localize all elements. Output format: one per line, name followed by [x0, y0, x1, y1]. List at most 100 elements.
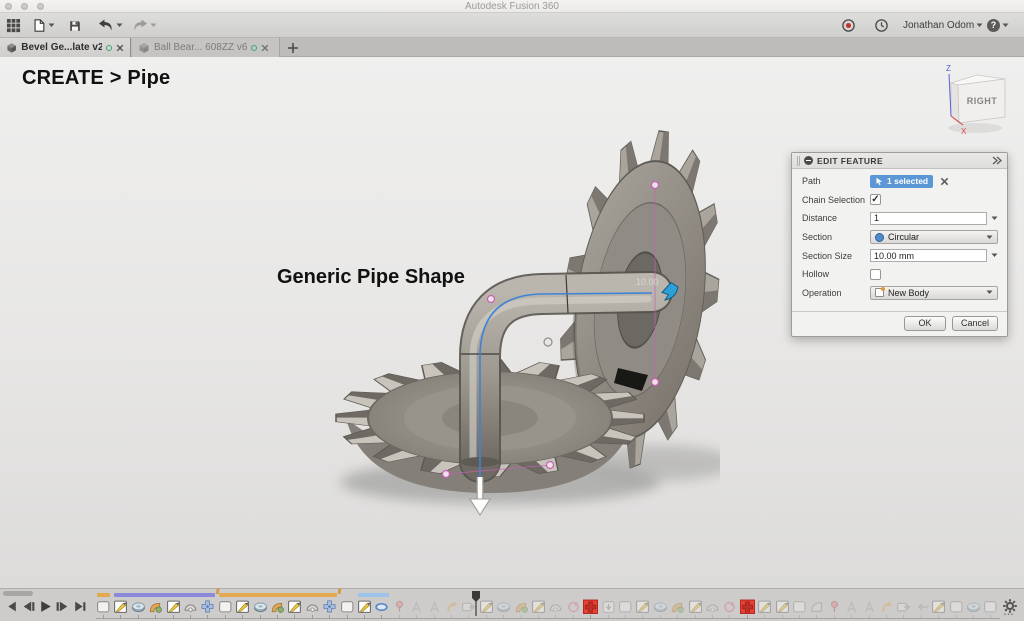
- ok-button[interactable]: OK: [903, 316, 946, 331]
- timeline-item-box[interactable]: [618, 599, 633, 619]
- section-select[interactable]: Circular: [870, 230, 998, 245]
- viewcube[interactable]: RIGHT Z X: [925, 62, 1020, 147]
- timeline-item-sketch[interactable]: [235, 599, 250, 619]
- viewcube-face-label[interactable]: RIGHT: [967, 96, 998, 106]
- timeline-item-dome[interactable]: [183, 599, 198, 619]
- sketch-point[interactable]: [486, 294, 496, 304]
- timeline-item-box[interactable]: [340, 599, 355, 619]
- timeline-item-revolve[interactable]: [131, 599, 146, 619]
- timeline-item-sweep[interactable]: [148, 599, 163, 619]
- timeline-track[interactable]: //////: [0, 589, 1024, 621]
- tab-ball-bearing[interactable]: Ball Bear... 608ZZ v6: [132, 38, 280, 57]
- new-tab-button[interactable]: [286, 41, 300, 55]
- sketch-point[interactable]: [650, 377, 660, 387]
- user-menu[interactable]: Jonathan Odom: [903, 17, 983, 34]
- timeline-item-box[interactable]: [983, 599, 998, 619]
- cancel-button[interactable]: Cancel: [951, 316, 998, 331]
- timeline-item-export[interactable]: [896, 599, 911, 619]
- timeline-item-jointA[interactable]: [409, 599, 424, 619]
- timeline-item-revolve[interactable]: [253, 599, 268, 619]
- timeline-item-sketch[interactable]: [357, 599, 372, 619]
- timeline-item-dome[interactable]: [705, 599, 720, 619]
- timeline-item-sketch[interactable]: [166, 599, 181, 619]
- path-midpoint-marker[interactable]: [543, 337, 553, 347]
- section-size-input[interactable]: [870, 249, 987, 263]
- timeline-item-sketch[interactable]: [775, 599, 790, 619]
- timeline-group-bar[interactable]: [114, 593, 215, 597]
- drag-grip-icon[interactable]: [797, 155, 800, 166]
- timeline-item-sweep[interactable]: [514, 599, 529, 619]
- timeline-item-box[interactable]: [96, 599, 111, 619]
- collapse-circle-icon[interactable]: [804, 156, 813, 165]
- model-viewport[interactable]: CREATE > Pipe Generic Pipe Shape 10.00 R…: [0, 57, 1024, 588]
- timeline-item-sweep[interactable]: [270, 599, 285, 619]
- timeline-item-dome[interactable]: [548, 599, 563, 619]
- timeline-item-sketch[interactable]: [531, 599, 546, 619]
- timeline-item-jointA[interactable]: [844, 599, 859, 619]
- hollow-checkbox[interactable]: [870, 268, 881, 280]
- timeline-item-sketch[interactable]: [757, 599, 772, 619]
- close-icon[interactable]: [116, 44, 124, 52]
- dialog-header[interactable]: EDIT FEATURE: [792, 153, 1007, 169]
- timeline-playhead[interactable]: [471, 591, 481, 617]
- chevron-down-icon: [150, 23, 157, 27]
- save-button[interactable]: [68, 17, 82, 34]
- timeline-item-revolve[interactable]: [653, 599, 668, 619]
- timeline-item-hole[interactable]: [601, 599, 616, 619]
- timeline-item-pin[interactable]: [392, 599, 407, 619]
- timeline-settings-button[interactable]: [1002, 598, 1018, 614]
- operation-select[interactable]: New Body: [870, 285, 998, 300]
- timeline-item-sketch[interactable]: [688, 599, 703, 619]
- timeline-item-coil[interactable]: [566, 599, 581, 619]
- sketch-point[interactable]: [441, 469, 451, 479]
- distance-row: Distance: [792, 209, 1007, 228]
- timeline-item-loft[interactable]: [809, 599, 824, 619]
- tab-bevel-gear[interactable]: Bevel Ge...late v2*: [0, 38, 131, 57]
- timeline-item-box[interactable]: [218, 599, 233, 619]
- field-label: Section Size: [802, 250, 853, 261]
- timeline-item-pattern[interactable]: [200, 599, 215, 619]
- timeline-item-sketch[interactable]: [931, 599, 946, 619]
- timeline-item-pattern[interactable]: [322, 599, 337, 619]
- timeline-item-pattern[interactable]: [739, 599, 755, 619]
- timeline-item-dome[interactable]: [305, 599, 320, 619]
- file-menu-button[interactable]: [32, 17, 55, 34]
- timeline-item-sketch[interactable]: [113, 599, 128, 619]
- timeline-item-box[interactable]: [949, 599, 964, 619]
- history-button[interactable]: [874, 17, 889, 34]
- chevron-down-icon[interactable]: [991, 253, 998, 258]
- timeline-group-bar[interactable]: [97, 593, 111, 597]
- undo-button[interactable]: [98, 17, 123, 34]
- chevron-down-icon[interactable]: [991, 216, 998, 221]
- timeline-item-pin[interactable]: [827, 599, 842, 619]
- timeline-group-bar[interactable]: [218, 593, 337, 597]
- timeline-item-revolve[interactable]: [496, 599, 511, 619]
- timeline-item-leftArrow[interactable]: [914, 599, 929, 619]
- timeline-item-pattern[interactable]: [583, 599, 599, 619]
- path-selection-chip[interactable]: 1 selected: [870, 174, 934, 188]
- clear-selection-icon[interactable]: [940, 177, 949, 186]
- timeline-item-sketch[interactable]: [479, 599, 494, 619]
- data-panel-toggle-button[interactable]: [6, 17, 21, 34]
- redo-button[interactable]: [132, 17, 157, 34]
- timeline-item-thread[interactable]: [444, 599, 459, 619]
- record-button[interactable]: [841, 17, 856, 34]
- distance-input[interactable]: [870, 211, 987, 225]
- help-menu[interactable]: ?: [987, 17, 1009, 34]
- close-icon[interactable]: [261, 44, 269, 52]
- timeline-item-sketch[interactable]: [635, 599, 650, 619]
- timeline-item-jointA[interactable]: [427, 599, 442, 619]
- sketch-point[interactable]: [650, 180, 660, 190]
- timeline-item-jointA[interactable]: [862, 599, 877, 619]
- timeline-item-sweep[interactable]: [670, 599, 685, 619]
- timeline-item-revolve[interactable]: [966, 599, 981, 619]
- timeline-item-thread[interactable]: [879, 599, 894, 619]
- chain-selection-checkbox[interactable]: ✓: [870, 194, 881, 206]
- timeline-item-sketch[interactable]: [287, 599, 302, 619]
- expand-chevrons-icon[interactable]: [992, 156, 1002, 165]
- timeline-group-bar[interactable]: [358, 593, 389, 597]
- sketch-point[interactable]: [545, 460, 555, 470]
- timeline-item-link[interactable]: [374, 599, 389, 619]
- timeline-item-coil[interactable]: [722, 599, 737, 619]
- timeline-item-box[interactable]: [792, 599, 807, 619]
